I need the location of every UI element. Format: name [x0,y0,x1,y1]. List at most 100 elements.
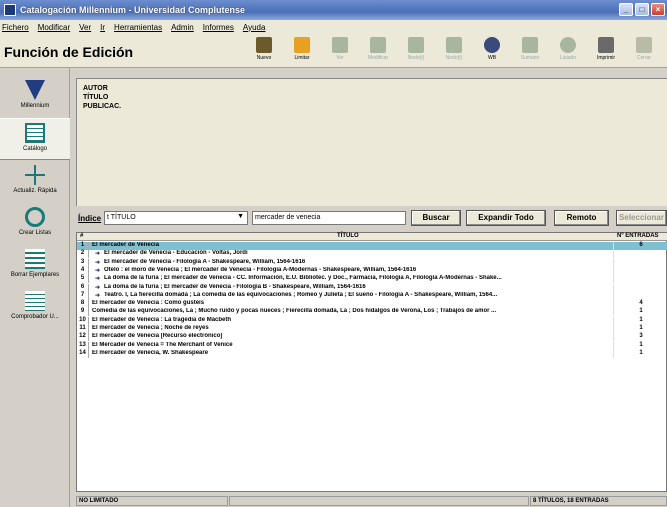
view-button[interactable]: Ver [321,36,359,66]
table-row[interactable]: ➜ 4 Otelo : el moro de Venecia ; El mercad… [77,266,667,275]
table-row[interactable]: 13 El Mercader de Venecia = The Merchant … [77,341,667,350]
nodes-button[interactable]: Nodo(t) [397,36,435,66]
row-count: 4 [613,300,667,309]
printer-icon [598,37,614,53]
row-number: 4 [77,266,89,275]
row-count: 1 [613,349,667,358]
search-input[interactable]: mercader de venecia [252,211,406,225]
header-title: TÍTULO [337,233,359,239]
menu-admin[interactable]: Admin [171,23,194,32]
table-row[interactable]: 8 El mercader de Venecia : Como gustéis 4 [77,300,667,309]
table-row[interactable]: 10 El mercader de Venecia : La tragedia d… [77,316,667,325]
row-number: 8 [77,300,89,309]
print-button[interactable]: Imprimir [587,36,625,66]
modify-button[interactable]: Modificar [359,36,397,66]
row-number: 7 [77,291,89,300]
row-number: 3 [77,258,89,267]
row-title: Otelo : el moro de Venecia ; El mercader… [104,266,417,273]
field-label-title: TÍTULO [83,94,109,101]
table-header: # TÍTULO Nº ENTRADAS [77,233,667,241]
row-number: 6 [77,283,89,292]
row-title: La doma de la furia ; El mercader de Ven… [104,275,502,282]
chevron-down-icon: ▼ [237,213,244,220]
toolbar: Función de Edición Nuevo Limitar Ver Mod… [0,34,667,68]
row-count: 1 [613,316,667,325]
sidebar-item-checker[interactable]: Comprobador U... [0,287,70,329]
sidebar-item-delete-items[interactable]: Borrar Ejemplares [0,245,70,287]
subentry-arrow-icon: ➜ [95,267,101,274]
search-icon [560,37,576,53]
title-bar: Catalogación Millennium - Universidad Co… [0,0,667,20]
web-button[interactable]: WB [473,36,511,66]
web-icon [484,37,500,53]
edit-icon [370,37,386,53]
subentry-arrow-icon: ➜ [95,284,101,291]
row-number: 13 [77,341,89,350]
row-title: El Mercader de Venecia = The Merchant of… [92,341,233,348]
subentry-arrow-icon: ➜ [95,276,101,283]
nodes-icon [408,37,424,53]
table-row[interactable]: ➜ 3 El mercader de Venecia - Filología A -… [77,258,667,267]
table-row[interactable]: ➜ 2 El mercader de Venecia - Educación - V… [77,250,667,259]
index-label: Índice [78,214,102,223]
sidebar-item-millennium[interactable]: Millennium [0,76,70,118]
remote-button[interactable]: Remoto [554,210,609,226]
row-count [613,266,667,275]
minimize-button[interactable]: _ [619,3,633,16]
row-title: Teatro. I, La fierecilla domada ; La com… [104,291,498,298]
row-count [613,291,667,300]
menu-ver[interactable]: Ver [79,23,91,32]
row-number: 10 [77,316,89,325]
unlink-icon [446,37,462,53]
catalog-icon [25,123,45,143]
row-count [613,250,667,259]
menu-informes[interactable]: Informes [203,23,234,32]
list-button[interactable]: Listado [549,36,587,66]
status-counts: 8 TÍTULOS, 18 ENTRADAS [530,496,667,506]
menu-herramientas[interactable]: Herramientas [114,23,162,32]
row-number: 1 [77,242,89,250]
header-count: Nº ENTRADAS [617,233,659,239]
row-number: 12 [77,333,89,342]
row-title: El mercader de Venecia - Filología A - S… [104,258,306,265]
row-title: Comedia de las equivocaciones, La ; Much… [92,308,497,315]
sidebar-item-quick-update[interactable]: Actualiz. Rápida [0,161,70,203]
expand-all-button[interactable]: Expandir Todo [466,210,546,226]
menu-modificar[interactable]: Modificar [38,23,70,32]
summary-button[interactable]: Sumario [511,36,549,66]
table-row[interactable]: 9 Comedia de las equivocaciones, La ; Muc… [77,308,667,317]
status-limit: NO LIMITADO [76,496,228,506]
select-button[interactable]: Seleccionar [616,210,667,226]
table-row[interactable]: ➜ 5 La doma de la furia ; El mercader de V… [77,275,667,284]
sidebar-item-catalog[interactable]: Catálogo [0,118,70,160]
row-number: 5 [77,275,89,284]
page-title: Función de Edición [4,44,134,60]
close-window-button[interactable]: × [651,3,665,16]
limit-button[interactable]: Limitar [283,36,321,66]
limit-icon [294,37,310,53]
menu-bar: Fichero Modificar Ver Ir Herramientas Ad… [0,20,667,34]
table-row[interactable]: ➜ 7 Teatro. I, La fierecilla domada ; La c… [77,291,667,300]
search-button[interactable]: Buscar [411,210,461,226]
new-button[interactable]: Nuevo [245,36,283,66]
table-row[interactable]: 1 El mercader de Venecia 6 [77,242,667,250]
row-number: 2 [77,250,89,259]
results-table: # TÍTULO Nº ENTRADAS 1 El mercader de Ven… [76,232,667,492]
table-row[interactable]: ➜ 6 La doma de la furia ; El mercader de V… [77,283,667,292]
menu-fichero[interactable]: Fichero [2,23,29,32]
view-icon [332,37,348,53]
table-row[interactable]: 14 El mercader de Venecia, W. Shakespeare… [77,349,667,358]
row-count [613,275,667,284]
maximize-button[interactable]: □ [635,3,649,16]
sidebar-item-create-lists[interactable]: Crear Listas [0,203,70,245]
close-record-button[interactable]: Cerrar [625,36,663,66]
menu-ir[interactable]: Ir [100,23,105,32]
window-title: Catalogación Millennium - Universidad Co… [20,5,246,15]
table-row[interactable]: 12 El mercader de Venecia [Recurso electr… [77,333,667,342]
sidebar: Millennium Catálogo Actualiz. Rápida Cre… [0,68,70,507]
table-row[interactable]: 11 El mercader de Venecia ; Noche de reye… [77,325,667,333]
unlink-button[interactable]: Nodo(t) [435,36,473,66]
delete-items-icon [25,249,45,269]
index-select[interactable]: t TÍTULO ▼ [104,211,248,225]
menu-ayuda[interactable]: Ayuda [243,23,266,32]
